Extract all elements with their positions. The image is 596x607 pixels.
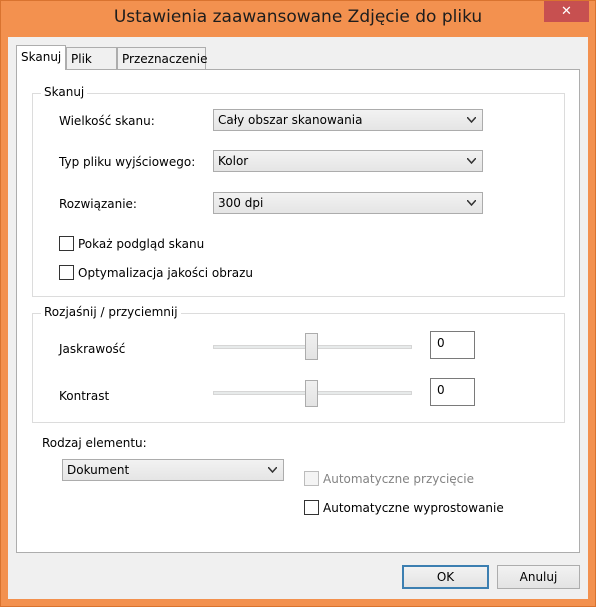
contrast-input[interactable]: 0 xyxy=(430,378,475,406)
autocrop-label: Automatyczne przycięcie xyxy=(323,472,474,486)
tab-label: Przeznaczenie xyxy=(122,52,208,66)
element-type-dropdown[interactable]: Dokument xyxy=(62,459,284,481)
title-bar[interactable]: Ustawienia zaawansowane Zdjęcie do pliku… xyxy=(1,1,595,37)
tab-przeznaczenie[interactable]: Przeznaczenie xyxy=(117,47,208,69)
optimize-checkbox[interactable] xyxy=(59,265,74,280)
window-title: Ustawienia zaawansowane Zdjęcie do pliku xyxy=(113,7,483,27)
brightness-slider-thumb[interactable] xyxy=(305,333,318,360)
tab-label: Skanuj xyxy=(21,50,62,64)
filetype-value: Kolor xyxy=(218,154,249,168)
chevron-down-icon xyxy=(467,200,476,206)
cancel-button-label: Anuluj xyxy=(519,570,558,584)
element-type-value: Dokument xyxy=(67,463,130,477)
contrast-label: Kontrast xyxy=(59,389,110,403)
resolution-value: 300 dpi xyxy=(218,196,264,210)
contrast-slider-thumb[interactable] xyxy=(305,380,318,407)
scan-group-title: Skanuj xyxy=(41,85,88,99)
close-icon: ✕ xyxy=(561,4,572,19)
scan-size-dropdown[interactable]: Cały obszar skanowania xyxy=(213,109,483,131)
tab-plik[interactable]: Plik xyxy=(66,47,117,69)
dialog-window: Ustawienia zaawansowane Zdjęcie do pliku… xyxy=(0,0,596,607)
chevron-down-icon xyxy=(467,158,476,164)
scan-size-label: Wielkość skanu: xyxy=(59,114,155,128)
filetype-dropdown[interactable]: Kolor xyxy=(213,150,483,172)
preview-checkbox[interactable] xyxy=(59,236,74,251)
contrast-value: 0 xyxy=(437,383,445,397)
deskew-label[interactable]: Automatyczne wyprostowanie xyxy=(323,501,504,515)
dialog-client-area: Skanuj Plik Przeznaczenie Skanuj Wielkoś… xyxy=(8,37,588,599)
adjust-group-title: Rozjaśnij / przyciemnij xyxy=(41,305,181,319)
ok-button[interactable]: OK xyxy=(402,565,489,589)
filetype-label: Typ pliku wyjściowego: xyxy=(59,155,196,169)
brightness-value: 0 xyxy=(437,336,445,350)
close-button[interactable]: ✕ xyxy=(544,1,589,22)
chevron-down-icon xyxy=(268,467,277,473)
deskew-checkbox[interactable] xyxy=(304,500,319,515)
resolution-label: Rozwiązanie: xyxy=(59,197,137,211)
adjust-groupbox: Rozjaśnij / przyciemnij Jaskrawość 0 Kon… xyxy=(32,305,565,423)
scan-groupbox: Skanuj Wielkość skanu: Cały obszar skano… xyxy=(32,85,565,297)
ok-button-label: OK xyxy=(436,570,455,584)
optimize-checkbox-label[interactable]: Optymalizacja jakości obrazu xyxy=(78,266,253,280)
tab-skanuj[interactable]: Skanuj xyxy=(16,45,66,70)
cancel-button[interactable]: Anuluj xyxy=(497,565,580,589)
tab-panel-skanuj: Skanuj Wielkość skanu: Cały obszar skano… xyxy=(16,69,580,553)
chevron-down-icon xyxy=(467,117,476,123)
brightness-label: Jaskrawość xyxy=(59,342,126,356)
scan-size-value: Cały obszar skanowania xyxy=(218,113,363,127)
autocrop-checkbox xyxy=(304,471,319,486)
element-type-label: Rodzaj elementu: xyxy=(42,436,147,450)
brightness-input[interactable]: 0 xyxy=(430,331,475,359)
tab-label: Plik xyxy=(71,52,92,66)
resolution-dropdown[interactable]: 300 dpi xyxy=(213,192,483,214)
preview-checkbox-label[interactable]: Pokaż podgląd skanu xyxy=(78,237,204,251)
